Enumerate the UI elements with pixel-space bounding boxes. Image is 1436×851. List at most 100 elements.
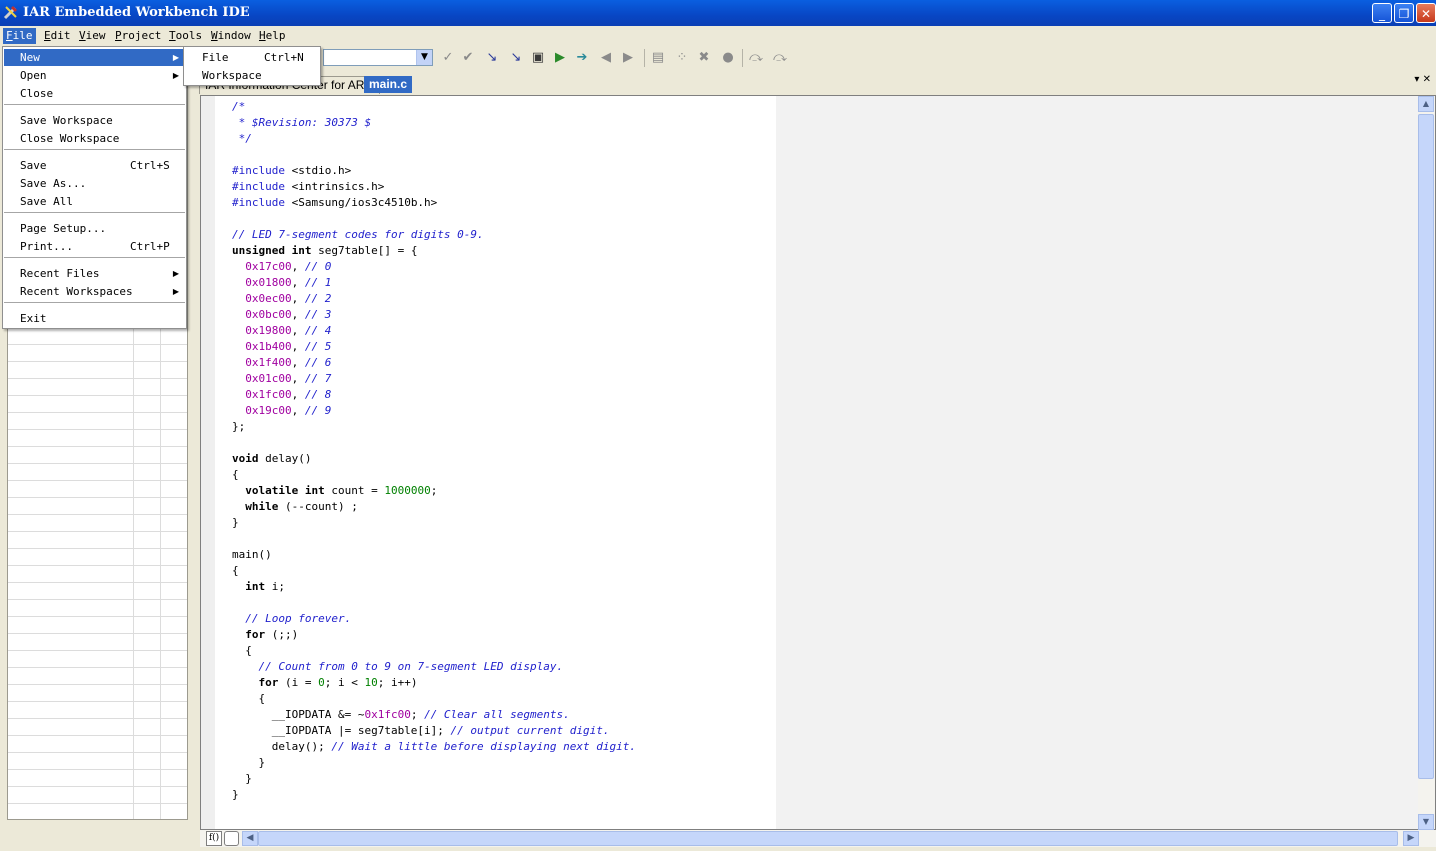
back-icon[interactable]: ◀ [598, 50, 614, 66]
editor-gutter[interactable] [201, 96, 215, 829]
vertical-scrollbar[interactable]: ▲ ▼ [1418, 96, 1435, 830]
code-line[interactable]: { [232, 691, 636, 707]
code-line[interactable]: 0x0bc00, // 3 [232, 307, 636, 323]
minimize-button[interactable]: _ [1372, 3, 1392, 23]
menu-file[interactable]: File [3, 28, 36, 44]
code-line[interactable]: } [232, 787, 636, 803]
code-line[interactable]: #include <stdio.h> [232, 163, 636, 179]
code-line[interactable]: */ [232, 131, 636, 147]
code-line[interactable]: /* [232, 99, 636, 115]
code-line[interactable]: 0x01c00, // 7 [232, 371, 636, 387]
close-button[interactable]: ✕ [1416, 3, 1436, 23]
code-line[interactable]: __IOPDATA |= seg7table[i]; // output cur… [232, 723, 636, 739]
file-menu-save[interactable]: Save Ctrl+S [4, 157, 185, 174]
code-line[interactable]: delay(); // Wait a little before display… [232, 739, 636, 755]
code-line[interactable]: for (i = 0; i < 10; i++) [232, 675, 636, 691]
source-code[interactable]: /* * $Revision: 30373 $ */ #include <std… [232, 99, 636, 803]
step-over-icon[interactable]: ➔ [574, 50, 590, 66]
code-line[interactable]: 0x19800, // 4 [232, 323, 636, 339]
file-menu-close[interactable]: Close [4, 85, 185, 102]
code-line[interactable] [232, 147, 636, 163]
menu-tools[interactable]: Tools [166, 28, 205, 44]
check-icon[interactable]: ▣ [530, 50, 546, 66]
code-editor[interactable]: /* * $Revision: 30373 $ */ #include <std… [200, 95, 1436, 830]
scroll-left-icon[interactable]: ◀ [242, 831, 258, 846]
file-menu-new[interactable]: New ▶ [4, 49, 185, 66]
file-menu-page-setup[interactable]: Page Setup... [4, 220, 185, 237]
code-line[interactable]: * $Revision: 30373 $ [232, 115, 636, 131]
code-area[interactable]: /* * $Revision: 30373 $ */ #include <std… [216, 96, 776, 829]
new-submenu-file[interactable]: File Ctrl+N [185, 49, 319, 66]
code-line[interactable]: { [232, 467, 636, 483]
code-line[interactable]: main() [232, 547, 636, 563]
menu-edit[interactable]: Edit [41, 28, 74, 44]
file-menu-exit[interactable]: Exit [4, 310, 185, 327]
compile-icon[interactable]: ✔ [460, 50, 476, 66]
code-line[interactable]: #include <Samsung/ios3c4510b.h> [232, 195, 636, 211]
menu-view[interactable]: View [76, 28, 109, 44]
scroll-up-icon[interactable]: ▲ [1418, 96, 1434, 112]
code-line[interactable]: 0x17c00, // 0 [232, 259, 636, 275]
forward-icon[interactable]: ▶ [620, 50, 636, 66]
go-icon[interactable]: ▶ [552, 50, 568, 66]
file-menu-close-workspace[interactable]: Close Workspace [4, 130, 185, 147]
new-submenu-workspace[interactable]: Workspace [185, 67, 319, 84]
code-line[interactable] [232, 435, 636, 451]
code-line[interactable] [232, 531, 636, 547]
code-line[interactable]: for (;;) [232, 627, 636, 643]
code-line[interactable]: unsigned int seg7table[] = { [232, 243, 636, 259]
code-line[interactable]: // Loop forever. [232, 611, 636, 627]
debug-icon[interactable]: ↘ [484, 50, 500, 66]
menu-project[interactable]: Project [112, 28, 164, 44]
code-line[interactable]: }; [232, 419, 636, 435]
code-line[interactable]: 0x01800, // 1 [232, 275, 636, 291]
step-out-icon[interactable]: ⤼ [772, 50, 788, 66]
function-list-button[interactable]: f() [206, 831, 222, 846]
debug-without-download-icon[interactable]: ↘ [508, 50, 524, 66]
code-line[interactable]: 0x1fc00, // 8 [232, 387, 636, 403]
code-line[interactable]: void delay() [232, 451, 636, 467]
code-line[interactable]: // Count from 0 to 9 on 7-segment LED di… [232, 659, 636, 675]
code-line[interactable] [232, 211, 636, 227]
file-menu-recent-workspaces[interactable]: Recent Workspaces ▶ [4, 283, 185, 300]
code-line[interactable]: { [232, 643, 636, 659]
menu-help[interactable]: Help [256, 28, 289, 44]
code-line[interactable]: { [232, 563, 636, 579]
breakpoint-icon[interactable]: ⁘ [674, 50, 690, 66]
code-line[interactable]: 0x1b400, // 5 [232, 339, 636, 355]
code-line[interactable]: #include <intrinsics.h> [232, 179, 636, 195]
file-menu-print[interactable]: Print... Ctrl+P [4, 238, 185, 255]
file-menu-save-as[interactable]: Save As... [4, 175, 185, 192]
tab-main-c[interactable]: main.c [364, 76, 413, 93]
code-line[interactable]: 0x19c00, // 9 [232, 403, 636, 419]
chevron-down-icon[interactable]: ▼ [416, 50, 432, 65]
code-line[interactable]: } [232, 755, 636, 771]
scroll-right-icon[interactable]: ▶ [1403, 831, 1419, 846]
code-line[interactable]: int i; [232, 579, 636, 595]
make-icon[interactable]: ✓ [440, 50, 456, 66]
stop-icon[interactable]: ● [720, 50, 736, 66]
menu-window[interactable]: Window [208, 28, 254, 44]
scroll-down-icon[interactable]: ▼ [1418, 814, 1434, 830]
code-line[interactable]: volatile int count = 1000000; [232, 483, 636, 499]
tab-close-icon[interactable]: ▾ ✕ [1414, 74, 1431, 85]
find-combo[interactable]: ▼ [323, 49, 433, 66]
editor-blank-area[interactable] [776, 96, 1418, 829]
code-line[interactable]: } [232, 771, 636, 787]
scroll-thumb[interactable] [1418, 114, 1434, 779]
file-menu-recent-files[interactable]: Recent Files ▶ [4, 265, 185, 282]
code-line[interactable]: 0x1f400, // 6 [232, 355, 636, 371]
code-line[interactable]: __IOPDATA &= ~0x1fc00; // Clear all segm… [232, 707, 636, 723]
code-line[interactable]: while (--count) ; [232, 499, 636, 515]
code-line[interactable] [232, 595, 636, 611]
file-menu-save-all[interactable]: Save All [4, 193, 185, 210]
file-menu-save-workspace[interactable]: Save Workspace [4, 112, 185, 129]
toggle-breakpoint-icon[interactable]: ✖ [696, 50, 712, 66]
code-line[interactable]: // LED 7-segment codes for digits 0-9. [232, 227, 636, 243]
restore-button[interactable]: ❐ [1394, 3, 1414, 23]
template-icon[interactable]: ▤ [650, 50, 666, 66]
option-button[interactable] [224, 831, 239, 846]
code-line[interactable]: 0x0ec00, // 2 [232, 291, 636, 307]
code-line[interactable]: } [232, 515, 636, 531]
horizontal-scroll-thumb[interactable] [258, 831, 1398, 846]
